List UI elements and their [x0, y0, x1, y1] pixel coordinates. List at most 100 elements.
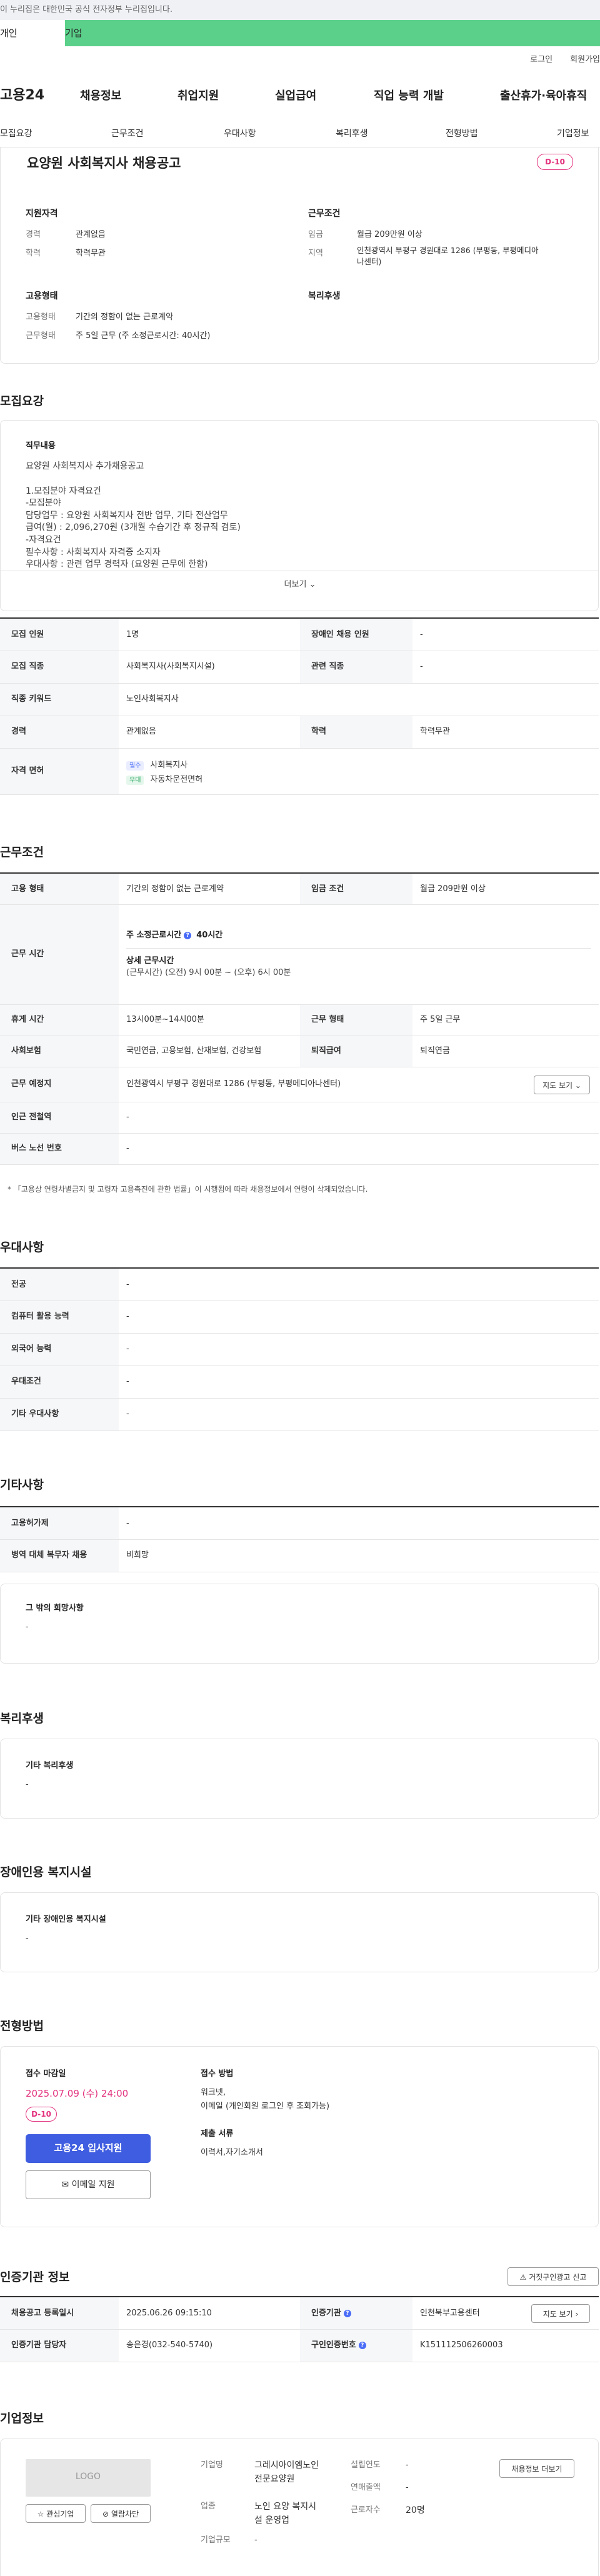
email-apply-button[interactable]: ✉ 이메일 지원 [26, 2170, 151, 2199]
disabled-facility-value: - [26, 1934, 29, 1943]
welfare-heading: 복리후생 [308, 291, 341, 301]
employment-type-label: 고용형태 [26, 312, 56, 322]
star-icon: ☆ [37, 2510, 44, 2519]
cell-value: - [119, 1507, 599, 1540]
method-label: 접수 방법 [201, 2069, 234, 2079]
login-link[interactable]: 로그인 [530, 54, 552, 66]
table-row: 경력 관계없음 학력 학력무관 [0, 716, 599, 749]
location-label: 지역 [308, 249, 323, 258]
cell-value: 노인사회복지사 [119, 683, 599, 716]
chevron-down-icon: ⌄ [309, 580, 316, 589]
global-nav: 고용24 채용정보 취업지원 실업급여 직업 능력 개발 출산휴가·육아휴직 [0, 80, 600, 111]
gnb-item-jobs[interactable]: 채용정보 [80, 87, 121, 104]
cell-label: 고용허가제 [0, 1507, 119, 1540]
cell-value: - [119, 1333, 599, 1366]
sales-value: - [406, 2483, 409, 2492]
more-jobs-button[interactable]: 채용정보 더보기 [499, 2459, 574, 2478]
cell-label: 근무 예정지 [0, 1067, 119, 1102]
cert-id-label: 구인인증번호 [311, 2340, 356, 2350]
cell-value: 국민연금, 고용보험, 산재보험, 건강보험 [119, 1036, 300, 1067]
anchor-tab-welfare[interactable]: 복리후생 [336, 127, 368, 141]
siren-icon: ⚠ [519, 2273, 527, 2282]
education-label: 학력 [26, 249, 41, 258]
location-value-line2: 나센터) [357, 257, 382, 266]
cell-value: K151112506260003 [412, 2329, 599, 2362]
cell-label: 인근 전철역 [0, 1102, 119, 1134]
job-title: 요양원 사회복지사 채용공고 [27, 156, 181, 171]
anchor-tab-company[interactable]: 기업정보 [557, 127, 589, 141]
company-name-value-1: 그레시아이엠노인 [254, 2460, 319, 2470]
cell-value: 기간의 정함이 없는 근로계약 [119, 873, 300, 905]
work-hours-cell: 주 소정근로시간? 40시간 상세 근무시간 (근무시간) (오전) 9시 00분… [119, 904, 599, 1005]
anchor-tab-recruit[interactable]: 모집요강 [0, 127, 32, 141]
section-anchor-tabs: 모집요강 근무조건 우대사항 복리후생 전형방법 기업정보 [0, 122, 600, 147]
recruit-section-title: 모집요강 [0, 394, 44, 408]
cell-label: 근무 시간 [0, 904, 119, 1005]
desc-line: 필수사항 : 사회복지사 자격증 소지자 [26, 547, 161, 557]
job-description-box: 직무내용 요양원 사회복지사 추가채용공고 1.모집분야 자격요건 -모집분야 … [0, 420, 599, 611]
found-year-label: 설립연도 [351, 2460, 381, 2470]
signup-link[interactable]: 회원가입 [570, 54, 600, 66]
found-year-value: - [406, 2460, 409, 2470]
dday-badge: D-10 [537, 154, 573, 170]
cell-label: 외국어 능력 [0, 1333, 119, 1366]
tab-individual[interactable]: 개인 [0, 20, 65, 46]
location-value-line1: 인천광역시 부평구 경원대로 1286 (부평동, 부평메디아 [357, 246, 539, 255]
org-map-button[interactable]: 지도 보기 › [531, 2304, 590, 2323]
anchor-tab-work-conditions[interactable]: 근무조건 [111, 127, 144, 141]
method-value-1: 워크넷, [201, 2088, 226, 2097]
table-row: 모집 직종 사회복지사(사회복지시설) 관련 직종 - [0, 651, 599, 684]
block-view-button[interactable]: ⊘ 열람차단 [91, 2504, 151, 2523]
info-icon[interactable]: ? [184, 932, 192, 940]
job-description-title: 직무내용 [26, 441, 56, 451]
tab-company[interactable]: 기업 [65, 20, 600, 46]
cell-label: 인증기관? [300, 2297, 412, 2330]
wage-label: 임금 [308, 230, 323, 239]
report-false-ad-label: 거짓구인광고 신고 [529, 2273, 587, 2282]
cell-label: 인증기관 담당자 [0, 2329, 119, 2362]
info-icon[interactable]: ? [358, 2342, 366, 2350]
gnb-item-employment-support[interactable]: 취업지원 [178, 87, 219, 104]
etc-table: 고용허가제 - 병역 대체 복무자 채용 비희망 [0, 1506, 599, 1572]
more-label: 더보기 [284, 580, 307, 589]
table-row: 고용 형태 기간의 정함이 없는 근로계약 임금 조건 월급 209만원 이상 [0, 873, 599, 905]
career-value: 관계없음 [76, 230, 106, 239]
other-wishes-title: 그 밖의 희망사항 [26, 1604, 84, 1613]
map-view-button[interactable]: 지도 보기 ⌄ [534, 1075, 590, 1094]
gnb-item-parental-leave[interactable]: 출산휴가·육아휴직 [500, 87, 587, 104]
report-false-ad-button[interactable]: ⚠ 거짓구인광고 신고 [508, 2267, 599, 2286]
info-icon[interactable]: ? [343, 2309, 351, 2317]
org-map-label: 지도 보기 [542, 2310, 573, 2319]
cell-value: - [119, 1365, 599, 1399]
cell-label: 병역 대체 복무자 채용 [0, 1539, 119, 1572]
deadline-dday-badge: D-10 [26, 2107, 57, 2122]
work-place-cell: 인천광역시 부평구 경원대로 1286 (부평동, 부평메디아나센터) 지도 보… [119, 1067, 599, 1102]
site-logo[interactable]: 고용24 [0, 85, 44, 106]
docs-label: 제출 서류 [201, 2129, 234, 2139]
company-name-value-2: 전문요양원 [254, 2474, 295, 2484]
license-value: 사회복지사 [150, 760, 188, 770]
cell-label: 경력 [0, 716, 119, 749]
cell-value: - [412, 618, 599, 651]
table-row: 휴게 시간 13시00분~14시00분 근무 형태 주 5일 근무 [0, 1004, 599, 1036]
work-place-value: 인천광역시 부평구 경원대로 1286 (부평동, 부평메디아나센터) [126, 1079, 341, 1089]
etc-section-title: 기타사항 [0, 1478, 44, 1492]
hours-value: 40시간 [196, 931, 223, 941]
table-row: 사회보험 국민연금, 고용보험, 산재보험, 건강보험 퇴직급여 퇴직연금 [0, 1036, 599, 1067]
deadline-label: 접수 마감일 [26, 2069, 66, 2079]
cell-value: - [412, 651, 599, 684]
map-view-label: 지도 보기 [542, 1081, 573, 1090]
gnb-item-vocational-training[interactable]: 직업 능력 개발 [374, 87, 444, 104]
table-row: 인근 전철역 - [0, 1102, 599, 1134]
cell-label: 채용공고 등록일시 [0, 2297, 119, 2330]
apply-button[interactable]: 고용24 입사지원 [26, 2134, 151, 2163]
more-button[interactable]: 더보기 ⌄ [1, 571, 599, 599]
docs-value: 이력서,자기소개서 [201, 2148, 263, 2157]
anchor-tab-selection[interactable]: 전형방법 [446, 127, 478, 141]
org-value: 인천북부고용센터 [420, 2308, 480, 2318]
favorite-company-button[interactable]: ☆ 관심기업 [26, 2504, 86, 2523]
anchor-tab-preferences[interactable]: 우대사항 [224, 127, 256, 141]
gnb-item-unemployment-benefits[interactable]: 실업급여 [275, 87, 316, 104]
staff-label: 근로자수 [351, 2505, 381, 2515]
desc-line: 우대사항 : 관련 업무 경력자 (요양원 근무에 한함) [26, 559, 208, 570]
